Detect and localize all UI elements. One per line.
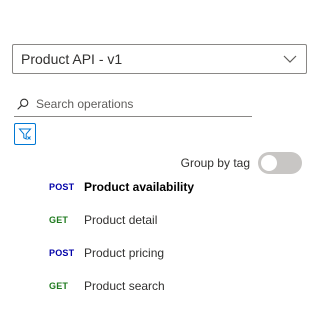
- operation-item[interactable]: GET Product search: [0, 269, 332, 302]
- search-box: [14, 92, 252, 117]
- operation-item[interactable]: GET Product detail: [0, 203, 332, 236]
- http-method-badge: GET: [49, 214, 69, 225]
- search-icon: [16, 97, 30, 111]
- group-by-tag-label: Group by tag: [180, 156, 250, 170]
- operation-name: Product pricing: [84, 245, 165, 260]
- toggle-knob: [261, 155, 277, 171]
- http-method-badge: GET: [49, 280, 69, 291]
- search-input[interactable]: [36, 94, 246, 114]
- operation-item[interactable]: POST Product pricing: [0, 236, 332, 269]
- operations-list: POST Product availability GET Product de…: [0, 170, 332, 302]
- operation-name: Product detail: [84, 212, 158, 227]
- api-selector-value: Product API - v1: [21, 51, 123, 67]
- filter-button[interactable]: [14, 123, 36, 145]
- filter-icon: [18, 127, 32, 141]
- api-selector-dropdown[interactable]: Product API - v1: [12, 44, 307, 74]
- operation-name: Product search: [84, 278, 165, 293]
- http-method-badge: POST: [49, 181, 75, 192]
- operation-item[interactable]: POST Product availability: [0, 170, 332, 203]
- operations-panel: Product API - v1 Group by tag: [0, 0, 332, 327]
- chevron-down-icon: [282, 51, 298, 67]
- http-method-badge: POST: [49, 247, 75, 258]
- operation-name: Product availability: [84, 179, 195, 194]
